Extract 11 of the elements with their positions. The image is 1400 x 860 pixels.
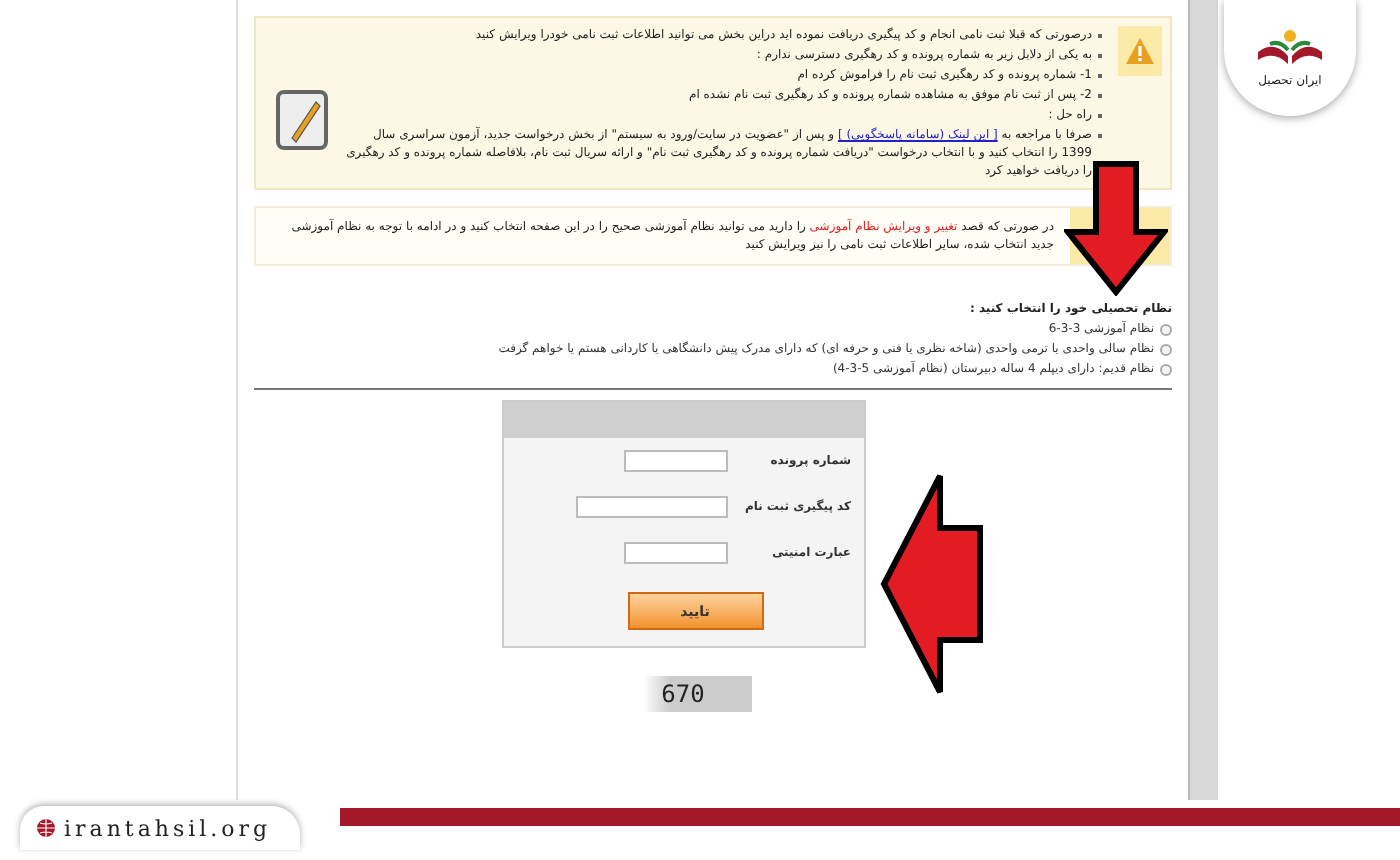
website-text: irantahsil.org [64,815,272,841]
radio-button[interactable] [1160,343,1172,355]
input-field[interactable] [623,542,727,564]
warning-icon [1118,26,1162,76]
input-field[interactable] [623,450,727,472]
notebook-icon [276,90,328,150]
radio-button[interactable] [1160,363,1172,375]
input-field[interactable] [575,496,727,518]
globe-icon [36,818,56,838]
radio-button[interactable] [1160,323,1172,335]
arrow-left-icon [880,472,984,696]
